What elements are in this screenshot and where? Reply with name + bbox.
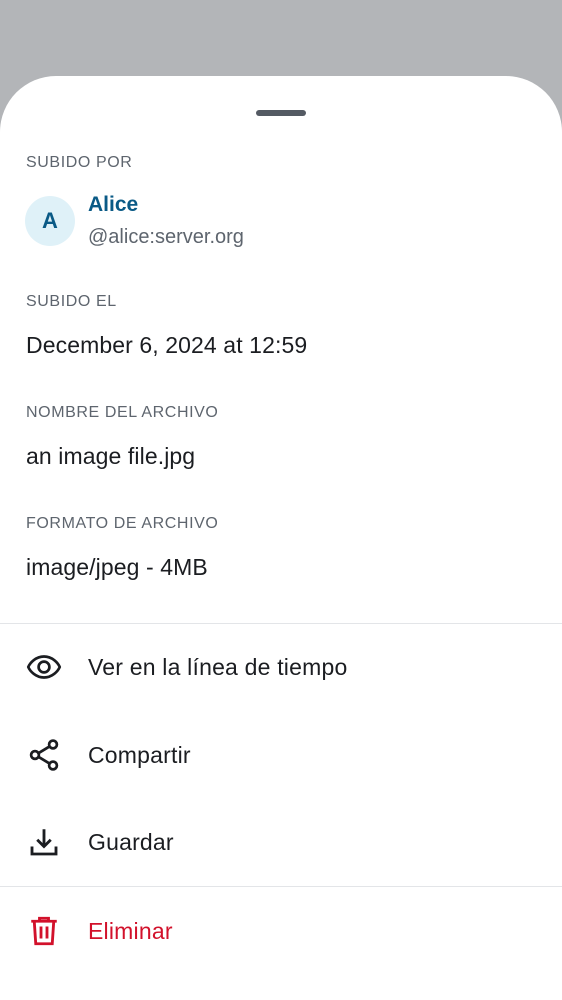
uploaded-by-label: SUBIDO POR	[26, 154, 133, 171]
share-button[interactable]: Compartir	[0, 715, 562, 795]
divider	[0, 886, 562, 887]
trash-icon	[26, 913, 62, 949]
file-name-value: an image file.jpg	[26, 443, 196, 469]
avatar: A	[25, 196, 75, 246]
save-label: Guardar	[88, 828, 174, 855]
download-icon	[26, 824, 62, 860]
save-button[interactable]: Guardar	[0, 802, 562, 882]
share-label: Compartir	[88, 741, 191, 768]
delete-label: Eliminar	[88, 917, 173, 944]
avatar-initial: A	[42, 208, 58, 233]
file-format-value: image/jpeg - 4MB	[26, 554, 208, 580]
uploader-name: Alice	[88, 193, 139, 216]
delete-button[interactable]: Eliminar	[0, 891, 562, 971]
share-icon	[26, 737, 62, 773]
media-details-bottom-sheet: SUBIDO POR A Alice @alice:server.org SUB…	[0, 76, 562, 1000]
file-format-label: FORMATO DE ARCHIVO	[26, 515, 219, 532]
view-in-timeline-label: Ver en la línea de tiempo	[88, 653, 348, 680]
divider	[0, 623, 562, 624]
uploader-user-id: @alice:server.org	[88, 226, 244, 248]
drag-handle[interactable]	[256, 110, 306, 116]
file-name-label: NOMBRE DEL ARCHIVO	[26, 404, 219, 421]
view-in-timeline-button[interactable]: Ver en la línea de tiempo	[0, 627, 562, 707]
uploaded-on-label: SUBIDO EL	[26, 293, 117, 310]
uploaded-on-value: December 6, 2024 at 12:59	[26, 332, 308, 358]
eye-icon	[26, 649, 62, 685]
